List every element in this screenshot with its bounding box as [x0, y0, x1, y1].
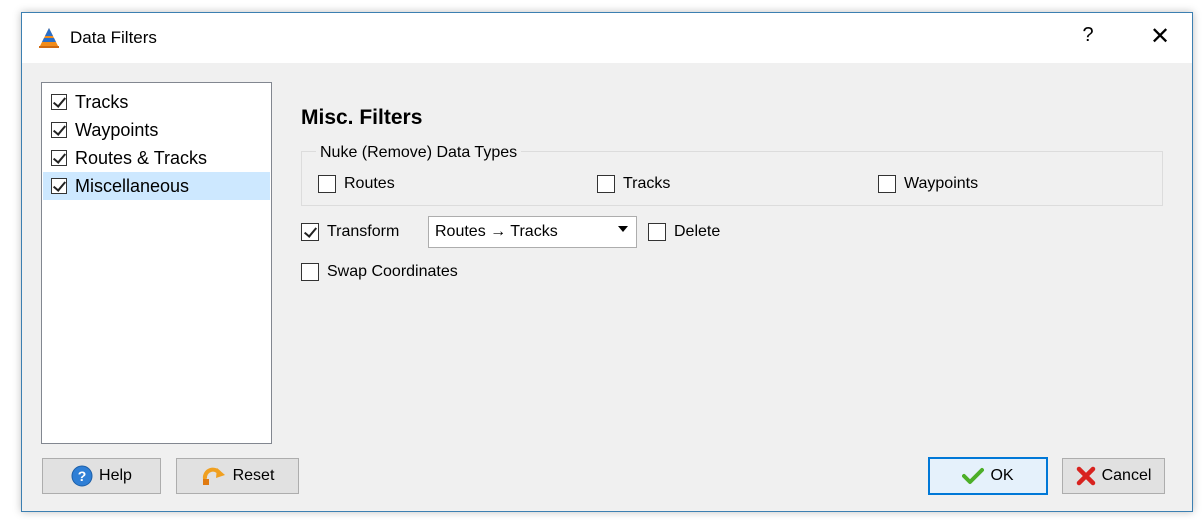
- delete-checkbox[interactable]: [648, 223, 666, 241]
- title-bar: Data Filters ? ✕: [22, 13, 1192, 63]
- checkmark-icon: [962, 468, 985, 484]
- transform-label: Transform: [327, 223, 400, 240]
- tree-item-label: Waypoints: [75, 119, 159, 140]
- section-title: Misc. Filters: [301, 106, 423, 129]
- reset-button-label: Reset: [232, 467, 275, 484]
- tracks-checkbox[interactable]: [51, 94, 67, 110]
- swap-coordinates-checkbox[interactable]: [301, 263, 319, 281]
- waypoints-checkbox[interactable]: [51, 122, 67, 138]
- filter-category-list[interactable]: Tracks Waypoints Routes & Tracks Miscell…: [41, 82, 272, 444]
- cancel-button[interactable]: Cancel: [1062, 458, 1165, 494]
- reset-icon: [202, 467, 225, 485]
- miscellaneous-checkbox[interactable]: [51, 178, 67, 194]
- tree-item-routes-tracks[interactable]: Routes & Tracks: [43, 144, 270, 172]
- cancel-x-icon: [1076, 466, 1095, 486]
- tree-item-label: Miscellaneous: [75, 175, 190, 196]
- app-cone-icon: [39, 28, 59, 48]
- transform-select[interactable]: Routes → Tracks: [428, 216, 637, 248]
- data-filters-dialog: Data Filters ? ✕ Tracks Waypoints Routes…: [21, 12, 1193, 512]
- tree-item-label: Routes & Tracks: [75, 147, 208, 168]
- window-title: Data Filters: [70, 28, 157, 47]
- help-title-button[interactable]: ?: [1078, 24, 1098, 47]
- nuke-group-title: Nuke (Remove) Data Types: [316, 144, 522, 162]
- nuke-waypoints-option[interactable]: Waypoints: [878, 175, 978, 193]
- nuke-waypoints-checkbox[interactable]: [878, 175, 896, 193]
- ok-button[interactable]: OK: [928, 457, 1048, 495]
- svg-text:?: ?: [78, 468, 87, 484]
- help-button[interactable]: ? Help: [42, 458, 161, 494]
- transform-checkbox[interactable]: [301, 223, 319, 241]
- swap-coordinates-option[interactable]: Swap Coordinates: [301, 263, 458, 281]
- nuke-tracks-option[interactable]: Tracks: [597, 175, 670, 193]
- nuke-tracks-label: Tracks: [623, 175, 671, 192]
- tree-item-tracks[interactable]: Tracks: [43, 88, 270, 116]
- tree-item-waypoints[interactable]: Waypoints: [43, 116, 270, 144]
- close-button[interactable]: ✕: [1146, 22, 1174, 51]
- nuke-routes-label: Routes: [344, 175, 395, 192]
- swap-coordinates-label: Swap Coordinates: [327, 263, 458, 280]
- delete-label: Delete: [674, 223, 721, 240]
- dropdown-arrow-icon: [618, 226, 628, 232]
- delete-option[interactable]: Delete: [648, 223, 720, 241]
- routes-tracks-checkbox[interactable]: [51, 150, 67, 166]
- nuke-tracks-checkbox[interactable]: [597, 175, 615, 193]
- nuke-routes-option[interactable]: Routes: [318, 175, 395, 193]
- cancel-button-label: Cancel: [1101, 467, 1152, 484]
- nuke-routes-checkbox[interactable]: [318, 175, 336, 193]
- reset-button[interactable]: Reset: [176, 458, 299, 494]
- tree-item-label: Tracks: [75, 91, 129, 112]
- transform-select-value: Routes → Tracks: [435, 223, 558, 240]
- nuke-waypoints-label: Waypoints: [904, 175, 979, 192]
- transform-option[interactable]: Transform: [301, 223, 399, 241]
- help-icon: ?: [71, 465, 93, 487]
- help-button-label: Help: [99, 467, 132, 484]
- tree-item-miscellaneous[interactable]: Miscellaneous: [43, 172, 270, 200]
- ok-button-label: OK: [990, 467, 1014, 484]
